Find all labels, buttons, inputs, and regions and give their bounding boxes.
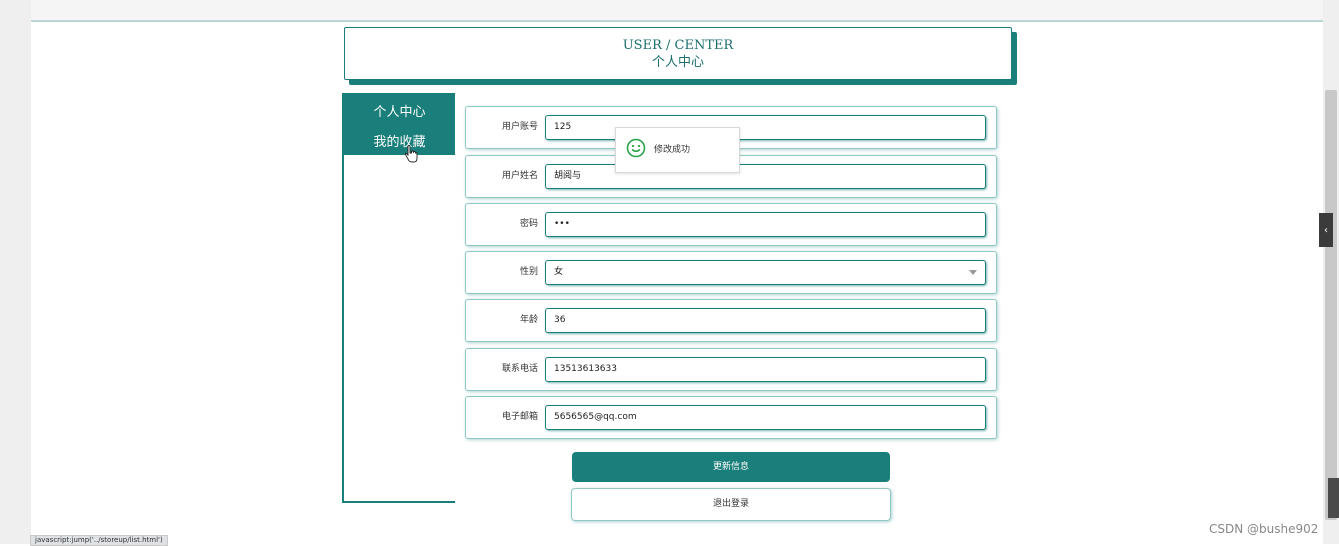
top-band <box>31 0 1323 22</box>
form-row-password: 密码 ••• <box>465 203 997 246</box>
form-row-email: 电子邮箱 5656565@qq.com <box>465 396 997 439</box>
password-label: 密码 <box>519 219 538 229</box>
scrollbar-thumb[interactable] <box>1325 90 1337 520</box>
chevron-down-icon <box>969 270 977 275</box>
phone-label: 联系电话 <box>501 364 538 374</box>
page-title-en: USER / CENTER <box>622 38 734 53</box>
watermark: CSDN @bushe902 <box>1209 522 1319 536</box>
gender-value: 女 <box>554 267 564 277</box>
page-title-box: USER / CENTER 个人中心 <box>344 27 1012 80</box>
name-label: 用户姓名 <box>501 171 538 181</box>
sidebar-item-profile[interactable]: 个人中心 <box>344 101 455 120</box>
sidebar-menu: 个人中心 我的收藏 <box>342 93 455 503</box>
smile-icon <box>626 138 646 158</box>
status-bar-url: javascript:jump('../storeup/list.html') <box>30 535 168 546</box>
update-info-button[interactable]: 更新信息 <box>572 452 890 482</box>
logout-button[interactable]: 退出登录 <box>571 488 891 521</box>
phone-input[interactable]: 13513613633 <box>545 357 986 382</box>
success-toast: 修改成功 <box>615 127 740 173</box>
gender-label: 性别 <box>519 267 538 277</box>
collapse-panel-button[interactable]: ‹ <box>1319 213 1333 247</box>
hand-pointer-icon <box>404 145 418 163</box>
name-input[interactable]: 胡阅与 <box>545 164 986 189</box>
toast-message: 修改成功 <box>654 145 691 155</box>
form-row-age: 年龄 36 <box>465 299 997 342</box>
email-input[interactable]: 5656565@qq.com <box>545 405 986 430</box>
left-gutter <box>0 0 31 544</box>
age-input[interactable]: 36 <box>545 308 986 333</box>
sidebar-item-favorites[interactable]: 我的收藏 <box>344 131 455 150</box>
form-row-phone: 联系电话 13513613633 <box>465 348 997 391</box>
password-input[interactable]: ••• <box>545 212 986 237</box>
email-label: 电子邮箱 <box>501 412 538 422</box>
page-title-cn: 个人中心 <box>651 55 704 70</box>
account-label: 用户账号 <box>501 122 538 132</box>
chevron-left-icon: ‹ <box>1324 224 1328 236</box>
account-input[interactable]: 125 <box>545 115 986 140</box>
gender-select[interactable]: 女 <box>545 260 986 285</box>
form-row-gender: 性别 女 <box>465 251 997 294</box>
side-tab[interactable] <box>1328 478 1339 518</box>
age-label: 年龄 <box>519 315 538 325</box>
